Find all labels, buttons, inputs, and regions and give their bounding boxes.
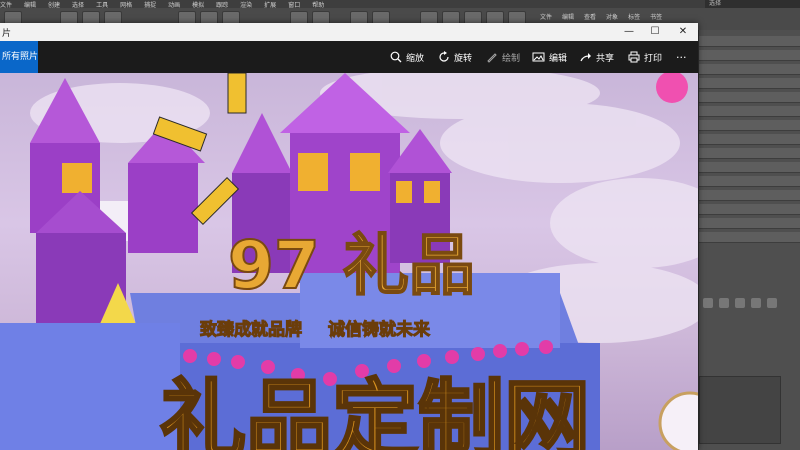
panel-row[interactable] bbox=[699, 134, 800, 145]
panel-tool-icon[interactable] bbox=[767, 298, 777, 308]
panel-tool-icon[interactable] bbox=[703, 298, 713, 308]
panel-row[interactable] bbox=[699, 36, 800, 47]
minimize-button[interactable]: — bbox=[616, 24, 642, 40]
edit-label: 编辑 bbox=[549, 53, 568, 64]
right-menu-tags[interactable]: 标签 bbox=[628, 14, 640, 21]
panel-row[interactable] bbox=[699, 106, 800, 117]
headline-text: 97 礼品 bbox=[228, 227, 475, 304]
all-photos-button[interactable]: 所有照片 bbox=[0, 41, 38, 73]
right-menu-bookmarks[interactable]: 书签 bbox=[650, 14, 662, 21]
platform-left bbox=[0, 323, 180, 450]
close-button[interactable]: ✕ bbox=[670, 24, 696, 40]
panel-row[interactable] bbox=[699, 162, 800, 173]
attributes-list[interactable] bbox=[699, 376, 781, 444]
draw-label: 绘制 bbox=[502, 53, 521, 64]
print-button[interactable]: 打印 bbox=[628, 49, 662, 65]
right-menu-object[interactable]: 对象 bbox=[606, 14, 618, 21]
draw-button[interactable]: 绘制 bbox=[486, 49, 520, 65]
panel-row[interactable] bbox=[699, 92, 800, 103]
edit-icon bbox=[532, 52, 545, 62]
viewer-titlebar: 片 — ☐ ✕ bbox=[0, 23, 698, 41]
right-menu-edit[interactable]: 编辑 bbox=[562, 14, 574, 21]
poster-image: 97 礼品 致臻成就品牌 诚信铸就未来 礼品定制网 bbox=[0, 73, 698, 450]
panel-row[interactable] bbox=[699, 148, 800, 159]
zoom-icon bbox=[390, 51, 402, 63]
share-button[interactable]: 共享 bbox=[580, 49, 614, 65]
edit-button[interactable]: 编辑 bbox=[532, 49, 567, 65]
zoom-button[interactable]: 缩放 bbox=[390, 49, 424, 65]
bottom-title: 礼品定制网 bbox=[160, 371, 590, 450]
share-label: 共享 bbox=[596, 53, 615, 64]
maximize-button[interactable]: ☐ bbox=[642, 24, 668, 40]
panel-tool-icon[interactable] bbox=[751, 298, 761, 308]
right-menu-file[interactable]: 文件 bbox=[540, 14, 552, 21]
right-menubar: 文件 编辑 查看 对象 标签 书签 bbox=[540, 12, 672, 21]
photo-canvas: 97 礼品 致臻成就品牌 诚信铸就未来 礼品定制网 bbox=[0, 73, 698, 450]
slogan-right: 诚信铸就未来 bbox=[328, 319, 431, 340]
print-icon bbox=[628, 51, 640, 63]
panel-tool-icon[interactable] bbox=[719, 298, 729, 308]
more-options-button[interactable]: ··· bbox=[676, 49, 687, 65]
panel-row[interactable] bbox=[699, 190, 800, 201]
panel-row[interactable] bbox=[699, 218, 800, 229]
panel-row[interactable] bbox=[699, 50, 800, 61]
panel-row[interactable] bbox=[699, 176, 800, 187]
object-manager-panel bbox=[698, 30, 800, 450]
panel-row[interactable] bbox=[699, 120, 800, 131]
panel-icon-row bbox=[703, 298, 783, 312]
app-menubar: 文件 编辑 创建 选择 工具 网格 捕捉 动画 模拟 跟踪 渲染 扩展 窗口 帮助 bbox=[0, 0, 800, 9]
panel-row[interactable] bbox=[699, 232, 800, 243]
share-icon bbox=[580, 53, 591, 62]
right-menu-view[interactable]: 查看 bbox=[584, 14, 596, 21]
window-title: 片 bbox=[2, 29, 12, 39]
rotate-label: 旋转 bbox=[454, 53, 473, 64]
draw-icon bbox=[487, 53, 497, 63]
panel-row[interactable] bbox=[699, 64, 800, 75]
app-search-field[interactable]: 选择 bbox=[705, 0, 800, 8]
rotate-button[interactable]: 旋转 bbox=[438, 49, 472, 65]
print-label: 打印 bbox=[644, 53, 663, 64]
clock-ornament bbox=[658, 391, 698, 450]
zoom-label: 缩放 bbox=[406, 53, 425, 64]
panel-row[interactable] bbox=[699, 78, 800, 89]
pink-ball bbox=[656, 73, 688, 103]
panel-row[interactable] bbox=[699, 204, 800, 215]
panel-tool-icon[interactable] bbox=[735, 298, 745, 308]
photo-viewer-window: 片 — ☐ ✕ 所有照片 缩放 旋转 绘制 编辑 共享 打印 ··· 97 礼品… bbox=[0, 23, 698, 450]
rotate-icon bbox=[439, 51, 449, 62]
slogan-left: 致臻成就品牌 bbox=[200, 319, 302, 340]
